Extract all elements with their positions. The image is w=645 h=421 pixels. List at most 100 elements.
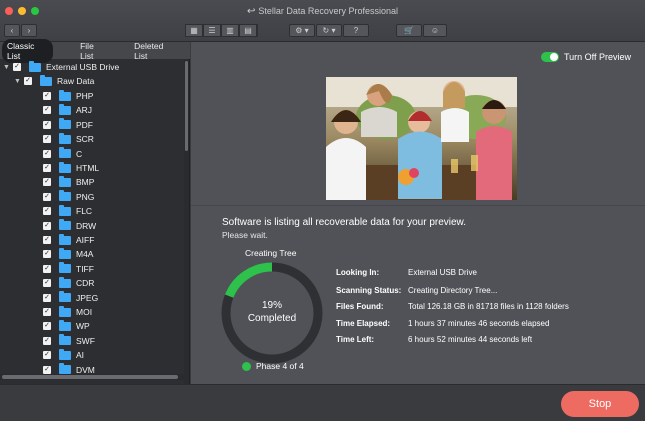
item-checkbox[interactable]: ✓ — [43, 293, 51, 302]
toggle-switch[interactable] — [540, 52, 559, 62]
back-button[interactable]: ‹ — [4, 24, 20, 37]
item-checkbox[interactable]: ✓ — [43, 264, 51, 273]
folder-icon — [59, 305, 71, 317]
disclosure-down-icon[interactable]: ▼ — [14, 78, 22, 85]
item-checkbox[interactable]: ✓ — [43, 336, 51, 345]
tree-horizontal-scrollbar[interactable] — [0, 374, 184, 380]
folder-icon — [59, 118, 71, 130]
chevron-right-icon: › — [27, 26, 31, 35]
item-checkbox[interactable]: ✓ — [43, 120, 51, 129]
tree-item[interactable]: ✓ MOI — [43, 305, 92, 319]
item-checkbox[interactable]: ✓ — [43, 308, 51, 316]
tree-item-label: AIFF — [76, 235, 95, 245]
right-panel: Turn Off Preview Software is listing all… — [191, 42, 645, 384]
account-button[interactable]: ☺ — [423, 24, 447, 37]
stop-button[interactable]: Stop — [561, 391, 639, 417]
item-checkbox[interactable]: ✓ — [43, 236, 51, 244]
info-row-time-elapsed: Time Elapsed: 1 hours 37 minutes 46 seco… — [336, 319, 550, 328]
progress-title: Creating Tree — [245, 248, 297, 258]
item-checkbox[interactable]: ✓ — [43, 351, 51, 360]
item-checkbox[interactable]: ✓ — [43, 106, 51, 115]
tree-item[interactable]: ✓ C — [43, 147, 82, 161]
info-row-scanning-status: Scanning Status: Creating Directory Tree… — [336, 286, 498, 295]
tree-item-label: CDR — [76, 278, 95, 289]
window-title: ↩ Stellar Data Recovery Professional — [247, 6, 398, 17]
item-checkbox[interactable]: ✓ — [43, 135, 51, 144]
tree-item[interactable]: ✓ TIFF — [43, 262, 94, 276]
tree-item-label: JPEG — [76, 292, 99, 303]
folder-icon — [59, 233, 71, 245]
help-button[interactable]: ? — [343, 24, 369, 37]
status-message: Software is listing all recoverable data… — [222, 217, 467, 228]
tree-item[interactable]: ✓ SWF — [43, 334, 95, 348]
cart-button[interactable]: 🛒 — [396, 24, 422, 37]
tree-item[interactable]: ✓ FLC — [43, 204, 92, 218]
tree-item[interactable]: ✓ JPEG — [43, 291, 98, 305]
tree-item[interactable]: ✓ AI — [43, 348, 84, 362]
item-checkbox[interactable]: ✓ — [43, 207, 51, 216]
info-row-time-left: Time Left: 6 hours 52 minutes 44 seconds… — [336, 335, 533, 344]
grid-view-button[interactable]: ▦ — [185, 24, 204, 37]
item-checkbox[interactable]: ✓ — [43, 221, 51, 230]
tree-item-label: SCR — [76, 134, 94, 145]
tree-item[interactable]: ✓ PHP — [43, 89, 93, 103]
tree-item[interactable]: ✓ PNG — [43, 190, 94, 204]
tree-item[interactable]: ✓ M4A — [43, 247, 93, 261]
tree-item-label: WP — [76, 321, 90, 332]
item-checkbox[interactable]: ✓ — [43, 250, 51, 259]
group-checkbox[interactable]: ✓ — [24, 77, 32, 85]
left-panel: Classic List File List Deleted List ▼ ✓ … — [0, 38, 190, 384]
history-button[interactable]: ↻ ▾ — [316, 24, 342, 37]
tree-item-label: ARJ — [76, 105, 93, 116]
tree-item[interactable]: ✓ PDF — [43, 118, 93, 132]
folder-icon — [59, 204, 71, 216]
tree-item[interactable]: ✓ ARJ — [43, 103, 92, 117]
item-checkbox[interactable]: ✓ — [43, 92, 51, 100]
tree-item-label: PHP — [76, 91, 94, 101]
root-checkbox[interactable]: ✓ — [13, 63, 21, 71]
item-checkbox[interactable]: ✓ — [43, 164, 51, 172]
list-tabs: Classic List File List Deleted List — [0, 38, 190, 63]
tree-item-label: C — [76, 148, 83, 159]
gear-icon: ⚙ ▾ — [295, 26, 309, 35]
tree-item[interactable]: ✓ DRW — [43, 219, 96, 233]
item-checkbox[interactable]: ✓ — [43, 178, 51, 187]
list-view-button[interactable]: ☰ — [203, 24, 222, 37]
cover-flow-icon: ▤ — [239, 24, 257, 37]
settings-button[interactable]: ⚙ ▾ — [289, 24, 315, 37]
progress-label: Completed — [247, 313, 297, 324]
tree-item[interactable]: ✓ SCR — [43, 132, 94, 146]
tree-vertical-scrollbar[interactable] — [184, 59, 189, 384]
bottom-bar: Stop — [0, 384, 645, 421]
info-row-files-found: Files Found: Total 126.18 GB in 81718 fi… — [336, 302, 569, 311]
item-checkbox[interactable]: ✓ — [43, 322, 51, 331]
preview-toggle[interactable]: Turn Off Preview — [540, 52, 631, 62]
item-checkbox[interactable]: ✓ — [43, 192, 51, 201]
tree-item[interactable]: ✓ HTML — [43, 161, 99, 175]
folder-icon — [59, 132, 71, 144]
group-photo-icon — [326, 77, 517, 200]
item-checkbox[interactable]: ✓ — [43, 149, 51, 158]
item-checkbox[interactable]: ✓ — [43, 365, 51, 374]
tree-item[interactable]: ✓ WP — [43, 319, 90, 333]
tree-item[interactable]: ✓ BMP — [43, 175, 94, 189]
section-divider — [191, 205, 645, 206]
tree-item[interactable]: ✓ AIFF — [43, 233, 94, 247]
folder-icon — [59, 291, 71, 303]
tree-item[interactable]: ✓ CDR — [43, 276, 94, 290]
column-view-button[interactable]: ▥ — [221, 24, 240, 37]
user-icon: ☺ — [430, 26, 440, 35]
disclosure-down-icon[interactable]: ▼ — [3, 64, 11, 71]
folder-icon — [59, 334, 71, 346]
tree-root-row[interactable]: ▼ ✓ External USB Drive — [3, 60, 119, 74]
tree-group-label: Raw Data — [57, 76, 95, 86]
cover-flow-button[interactable]: ▤ — [239, 24, 258, 37]
tree-group-row[interactable]: ▼ ✓ Raw Data — [14, 74, 94, 88]
tree-item-label: HTML — [76, 163, 100, 173]
status-subtext: Please wait. — [222, 230, 268, 240]
forward-button[interactable]: › — [21, 24, 37, 37]
item-checkbox[interactable]: ✓ — [43, 279, 51, 288]
status-dot-icon — [242, 361, 251, 371]
history-icon: ↻ ▾ — [322, 26, 336, 35]
cart-icon: 🛒 — [404, 26, 414, 35]
